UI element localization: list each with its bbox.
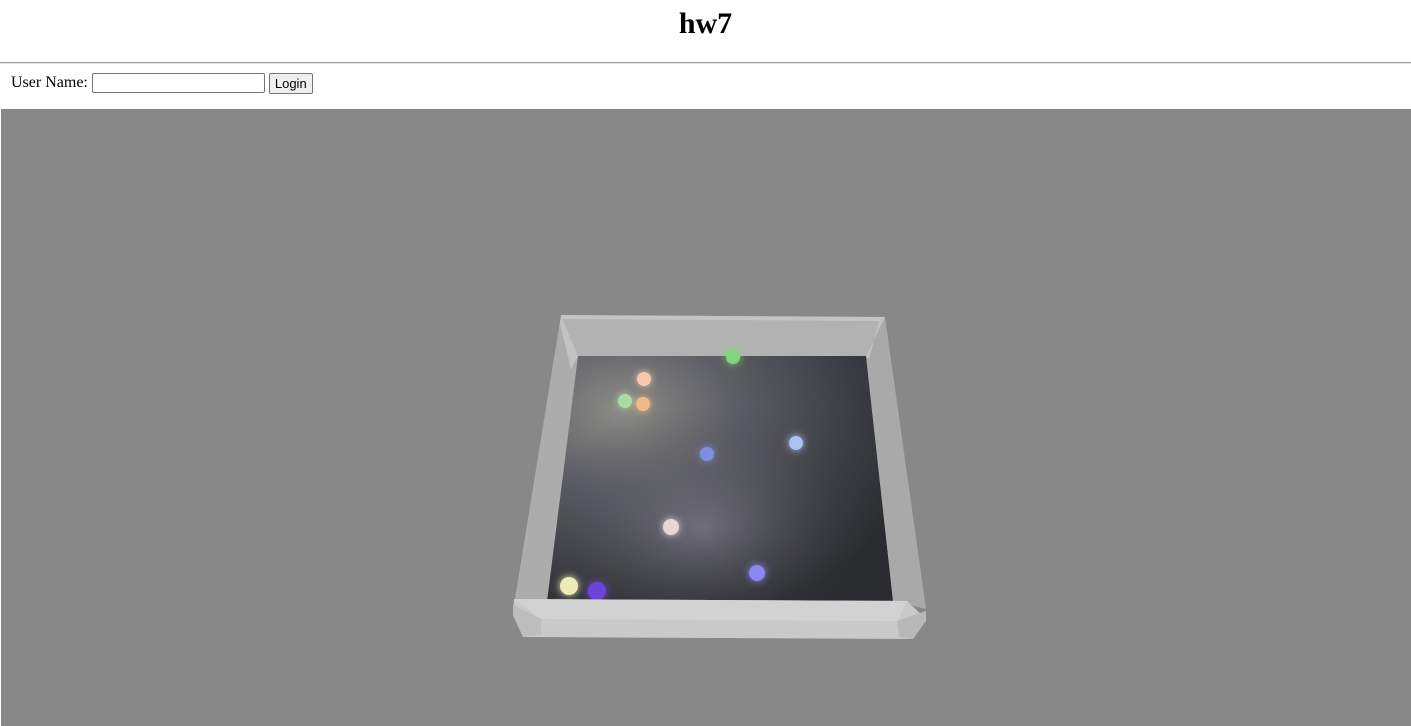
light-green-ball — [618, 394, 632, 408]
scene-svg — [513, 315, 926, 639]
blue-ball-center — [700, 447, 714, 461]
login-form: User Name: Login — [11, 72, 313, 94]
page-title: hw7 — [678, 7, 733, 40]
back-wall — [561, 315, 885, 356]
yellow-ball — [560, 577, 578, 595]
username-label: User Name: — [11, 74, 88, 91]
purple-ball — [588, 582, 606, 600]
login-button[interactable]: Login — [268, 72, 313, 94]
horizontal-divider — [0, 62, 1411, 64]
orange-ball — [636, 397, 650, 411]
white-ball — [663, 519, 679, 535]
green-ball-top — [726, 350, 740, 364]
periwinkle-ball — [749, 565, 765, 581]
username-input[interactable] — [91, 73, 265, 93]
box-floor-light — [547, 356, 893, 601]
webgl-canvas[interactable] — [1, 109, 1411, 726]
front-wall-top — [514, 599, 907, 621]
peach-ball — [637, 372, 651, 386]
light-blue-ball — [789, 436, 803, 450]
